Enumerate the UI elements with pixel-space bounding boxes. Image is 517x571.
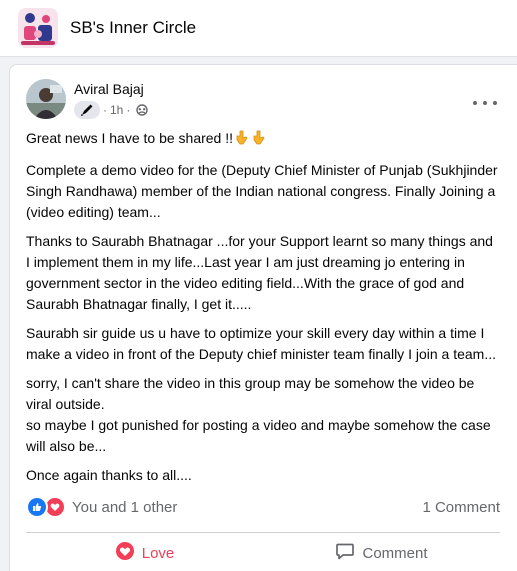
contributor-badge-icon (74, 101, 100, 119)
more-dot-icon (483, 101, 487, 105)
post-paragraph: Thanks to Saurabh Bhatnagar ...for your … (26, 233, 493, 312)
more-dot-icon (473, 101, 477, 105)
author-avatar[interactable] (26, 79, 66, 119)
group-cover-icon[interactable] (18, 8, 58, 48)
love-reaction-icon (115, 541, 135, 565)
author-name[interactable]: Aviral Bajaj (74, 81, 144, 97)
post-paragraph: Once again thanks to all.... (26, 467, 192, 483)
reactions-bar: You and 1 other 1 Comment (26, 495, 500, 519)
comment-button[interactable]: Comment (263, 535, 500, 571)
group-audience-icon (136, 104, 149, 116)
post-paragraph: Great news I have to be shared !! (26, 128, 500, 152)
meta-separator: · (103, 103, 107, 117)
reaction-summary-text[interactable]: You and 1 other (72, 499, 177, 516)
more-dot-icon (493, 101, 497, 105)
post-paragraph-text: Great news I have to be shared !! (26, 130, 234, 146)
comment-button-label: Comment (362, 544, 428, 562)
actions-divider (26, 532, 500, 533)
pointing-down-emoji-icon (251, 130, 267, 152)
group-title[interactable]: SB's Inner Circle (70, 18, 196, 38)
post-paragraph: Complete a demo video for the (Deputy Ch… (26, 162, 498, 220)
post-paragraph: Saurabh sir guide us u have to optimize … (26, 325, 496, 362)
pointing-down-emoji-icon (234, 130, 250, 152)
post-header: Aviral Bajaj · 1h · (26, 79, 517, 123)
post-paragraph: so maybe I got punished for posting a vi… (26, 417, 491, 454)
like-icon (26, 496, 48, 518)
group-header: SB's Inner Circle (0, 0, 517, 57)
post-paragraph-line: sorry, I can't share the video in this g… (26, 375, 475, 412)
post-card: Aviral Bajaj · 1h · Great news I have to… (9, 64, 517, 571)
post-text: Great news I have to be shared !! Comple… (26, 128, 500, 494)
reaction-summary[interactable]: You and 1 other (26, 496, 177, 518)
love-button-label: Love (141, 544, 175, 562)
meta-separator-2: · (126, 103, 131, 117)
post-meta: · 1h · (74, 100, 149, 120)
comment-count-link[interactable]: 1 Comment (422, 499, 500, 516)
post-paragraph: sorry, I can't share the video in this g… (26, 373, 500, 415)
love-button[interactable]: Love (26, 535, 263, 571)
comment-icon (335, 541, 355, 565)
post-timestamp[interactable]: 1h (110, 103, 123, 117)
post-actions: Love Comment (26, 535, 500, 571)
more-options-button[interactable] (473, 97, 497, 109)
